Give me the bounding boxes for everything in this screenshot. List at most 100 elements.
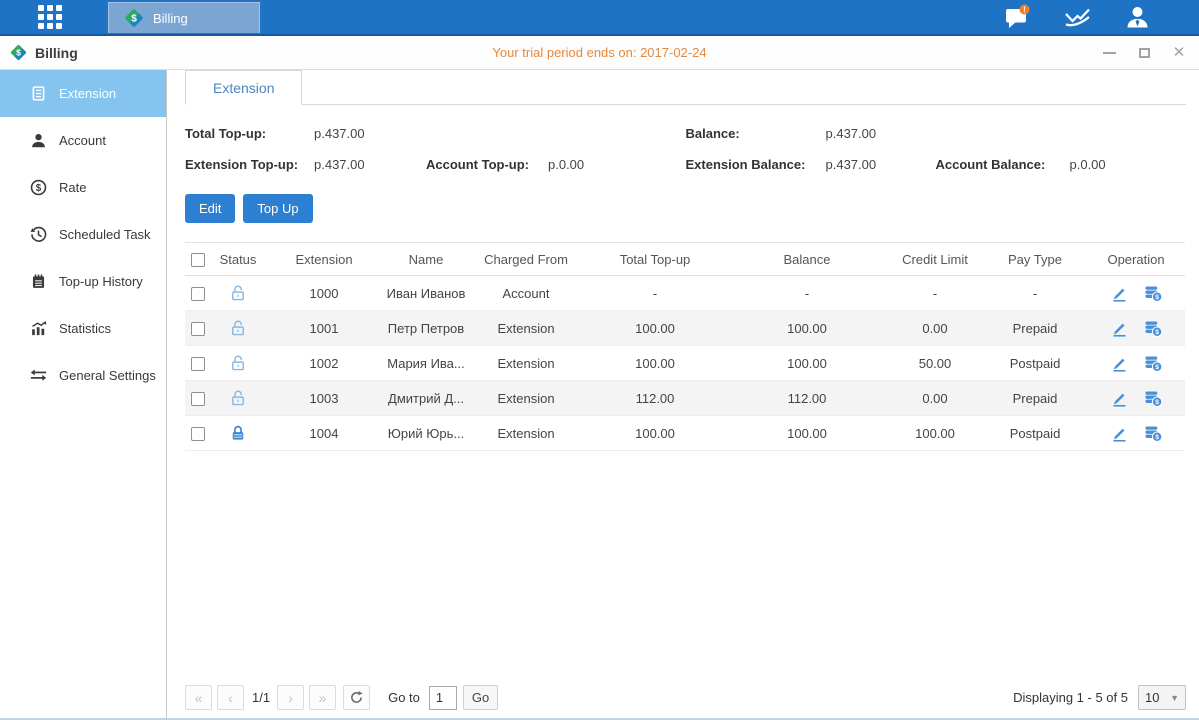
total-topup-label: Total Top-up:: [185, 126, 314, 141]
user-account-icon[interactable]: [1123, 3, 1151, 31]
status-lock-icon[interactable]: [211, 311, 265, 346]
goto-page-input[interactable]: [429, 686, 457, 710]
goto-label: Go to: [388, 690, 420, 705]
tab-extension[interactable]: Extension: [185, 70, 302, 105]
svg-text:$: $: [131, 14, 137, 25]
table-row: 1001Петр ПетровExtension100.00100.000.00…: [185, 311, 1185, 346]
app-grid-icon[interactable]: [38, 5, 62, 29]
row-checkbox[interactable]: [191, 287, 205, 301]
refresh-button[interactable]: [343, 685, 370, 710]
balance-value: p.437.00: [826, 126, 936, 141]
sidebar: Extension Account $ Rate Scheduled Task: [0, 70, 167, 718]
status-lock-icon[interactable]: [211, 416, 265, 451]
go-button[interactable]: Go: [463, 685, 498, 710]
next-page-button[interactable]: ›: [277, 685, 304, 710]
cell-name: Мария Ива...: [383, 346, 469, 381]
cell-name: Петр Петров: [383, 311, 469, 346]
extension-icon: [29, 85, 47, 103]
minimize-button[interactable]: [1101, 45, 1117, 61]
top-up-coins-icon[interactable]: $: [1143, 423, 1163, 443]
sidebar-item-label: Statistics: [59, 321, 111, 336]
sidebar-item-rate[interactable]: $ Rate: [0, 164, 166, 211]
column-header-charged-from: Charged From: [469, 243, 583, 276]
select-all-checkbox[interactable]: [191, 253, 205, 267]
row-checkbox[interactable]: [191, 322, 205, 336]
first-page-button[interactable]: «: [185, 685, 212, 710]
billing-diamond-icon: $: [123, 7, 145, 29]
extension-topup-label: Extension Top-up:: [185, 157, 314, 172]
page-size-select[interactable]: 10 ▼: [1138, 685, 1186, 710]
extension-balance-value: p.437.00: [826, 157, 936, 172]
sidebar-item-scheduled-task[interactable]: Scheduled Task: [0, 211, 166, 258]
sidebar-item-account[interactable]: Account: [0, 117, 166, 164]
cell-total-topup: 100.00: [583, 346, 727, 381]
account-topup-value: p.0.00: [548, 157, 686, 172]
cell-name: Дмитрий Д...: [383, 381, 469, 416]
sidebar-item-general-settings[interactable]: General Settings: [0, 352, 166, 399]
maximize-button[interactable]: [1136, 45, 1152, 61]
cell-pay-type: -: [983, 276, 1087, 311]
scheduled-task-icon: [29, 226, 47, 244]
column-header-name: Name: [383, 243, 469, 276]
notifications-icon[interactable]: !: [1003, 3, 1031, 31]
account-balance-value: p.0.00: [1070, 157, 1187, 172]
cell-credit-limit: -: [887, 276, 983, 311]
sidebar-item-label: Account: [59, 133, 106, 148]
chevron-down-icon: ▼: [1170, 693, 1179, 703]
edit-pencil-icon[interactable]: [1109, 318, 1129, 338]
main-panel: Extension Total Top-up: p.437.00 Extensi…: [167, 70, 1199, 718]
edit-button[interactable]: Edit: [185, 194, 235, 223]
cell-extension: 1001: [265, 311, 383, 346]
cell-charged-from: Account: [469, 276, 583, 311]
statistics-icon: [29, 320, 47, 338]
top-up-coins-icon[interactable]: $: [1143, 318, 1163, 338]
window-controls: ✕: [1101, 36, 1187, 69]
top-up-coins-icon[interactable]: $: [1143, 353, 1163, 373]
cell-charged-from: Extension: [469, 381, 583, 416]
close-button[interactable]: ✕: [1171, 45, 1187, 61]
account-topup-label: Account Top-up:: [426, 157, 548, 172]
cell-balance: 100.00: [727, 416, 887, 451]
svg-text:$: $: [16, 48, 21, 58]
sidebar-item-label: General Settings: [59, 368, 156, 383]
sidebar-item-topup-history[interactable]: Top-up History: [0, 258, 166, 305]
status-lock-icon[interactable]: [211, 346, 265, 381]
tab-strip: Extension: [185, 70, 1186, 105]
top-up-coins-icon[interactable]: $: [1143, 283, 1163, 303]
table-row: 1004Юрий Юрь...Extension100.00100.00100.…: [185, 416, 1185, 451]
cell-pay-type: Prepaid: [983, 311, 1087, 346]
cell-extension: 1002: [265, 346, 383, 381]
prev-page-button[interactable]: ‹: [217, 685, 244, 710]
extension-table: Status Extension Name Charged From Total…: [185, 242, 1185, 451]
edit-pencil-icon[interactable]: [1109, 388, 1129, 408]
top-up-coins-icon[interactable]: $: [1143, 388, 1163, 408]
balance-label: Balance:: [686, 126, 826, 141]
sidebar-item-extension[interactable]: Extension: [0, 70, 166, 117]
row-checkbox[interactable]: [191, 392, 205, 406]
status-lock-icon[interactable]: [211, 381, 265, 416]
trial-notice: Your trial period ends on: 2017-02-24: [0, 45, 1199, 60]
sidebar-item-statistics[interactable]: Statistics: [0, 305, 166, 352]
resource-monitor-icon[interactable]: [1063, 3, 1091, 31]
current-page-indicator: 1/1: [252, 690, 270, 705]
status-lock-icon[interactable]: [211, 276, 265, 311]
cell-total-topup: 100.00: [583, 416, 727, 451]
top-up-button[interactable]: Top Up: [243, 194, 312, 223]
cell-pay-type: Prepaid: [983, 381, 1087, 416]
general-settings-icon: [29, 367, 47, 385]
row-checkbox[interactable]: [191, 357, 205, 371]
window-title-group: $ Billing: [0, 43, 78, 62]
cell-balance: 100.00: [727, 311, 887, 346]
window-titlebar: $ Billing Your trial period ends on: 201…: [0, 36, 1199, 70]
account-balance-label: Account Balance:: [936, 157, 1070, 172]
row-checkbox[interactable]: [191, 427, 205, 441]
svg-text:$: $: [35, 183, 41, 194]
cell-credit-limit: 0.00: [887, 381, 983, 416]
table-header-row: Status Extension Name Charged From Total…: [185, 243, 1185, 276]
last-page-button[interactable]: »: [309, 685, 336, 710]
edit-pencil-icon[interactable]: [1109, 283, 1129, 303]
os-topbar: $ Billing !: [0, 0, 1199, 36]
topbar-billing-tab[interactable]: $ Billing: [108, 2, 260, 33]
edit-pencil-icon[interactable]: [1109, 423, 1129, 443]
edit-pencil-icon[interactable]: [1109, 353, 1129, 373]
